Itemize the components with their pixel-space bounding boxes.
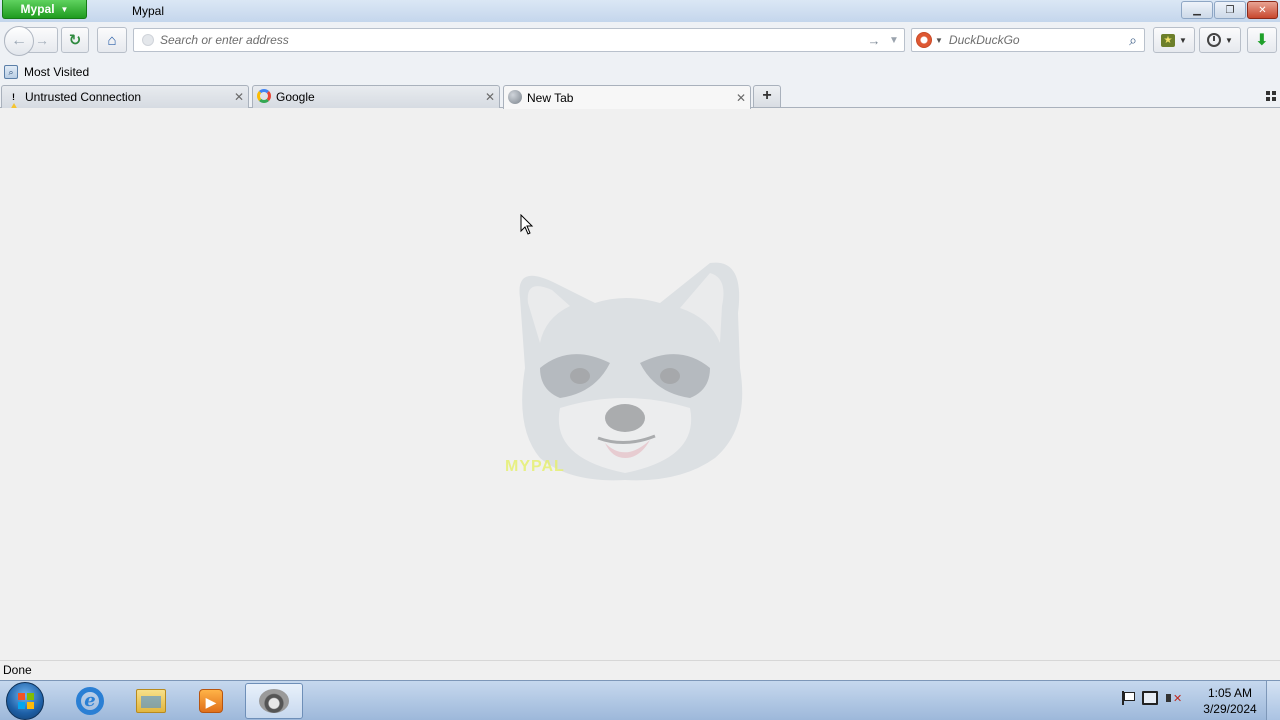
windows-logo-icon: [18, 693, 34, 709]
action-center-flag-icon[interactable]: [1120, 691, 1135, 705]
new-tab-button[interactable]: +: [753, 85, 781, 107]
show-desktop-button[interactable]: [1266, 681, 1280, 720]
tab-title: Google: [276, 90, 315, 104]
tab-google[interactable]: Google ✕: [252, 85, 500, 108]
chevron-down-icon[interactable]: ▼: [935, 36, 943, 45]
google-icon: [257, 89, 273, 105]
warning-icon: !: [6, 89, 22, 117]
home-button[interactable]: ⌂: [97, 27, 127, 53]
mypal-raccoon-icon: [259, 689, 289, 713]
taskbar-mypal[interactable]: [245, 683, 303, 719]
taskbar-file-explorer[interactable]: [122, 683, 180, 719]
address-input[interactable]: [160, 33, 864, 47]
raccoon-logo-icon: [519, 262, 743, 481]
status-bar: Done: [0, 660, 1280, 680]
minimize-button[interactable]: ▁: [1181, 1, 1213, 19]
network-icon[interactable]: [1142, 691, 1158, 705]
forward-button[interactable]: →: [35, 32, 49, 48]
bookmark-most-visited[interactable]: Most Visited: [24, 65, 89, 79]
magnifier-icon[interactable]: ⌕: [1122, 32, 1144, 49]
reload-icon: ↻: [68, 32, 82, 49]
app-menu-label: Mypal: [20, 2, 55, 16]
clock-time: 1:05 AM: [1207, 686, 1253, 700]
status-text: Done: [3, 663, 32, 677]
start-button[interactable]: [6, 682, 44, 720]
back-button[interactable]: ←: [4, 26, 34, 56]
taskbar-media-player[interactable]: ▶: [182, 683, 240, 719]
tab-new-tab[interactable]: New Tab ✕: [503, 85, 751, 109]
downloads-button[interactable]: ⬇: [1247, 27, 1277, 53]
tab-groups-icon[interactable]: [1266, 91, 1276, 101]
navigation-toolbar: ← → ↻ ⌂ → ▼ ▼ ⌕ ★ ▼ ▼ ⬇: [0, 22, 1280, 60]
url-history-dropdown-icon[interactable]: ▼: [884, 35, 904, 46]
bookmarks-menu-button[interactable]: ★ ▼: [1153, 27, 1195, 53]
title-bar: Mypal ▼ Mypal ▁ ❐ ✕: [0, 0, 1280, 22]
tab-strip: ! Untrusted Connection ✕ Google ✕ New Ta…: [0, 84, 1280, 117]
taskbar: e ▶ ✕ 1:05 AM 3/29/2024: [0, 680, 1280, 720]
chevron-down-icon: ▼: [1225, 35, 1233, 45]
duckduckgo-icon[interactable]: [916, 32, 932, 48]
tab-title: New Tab: [527, 90, 574, 105]
taskbar-clock[interactable]: 1:05 AM 3/29/2024: [1198, 685, 1262, 717]
taskbar-internet-explorer[interactable]: e: [61, 683, 119, 719]
close-tab-icon[interactable]: ✕: [230, 90, 248, 104]
globe-icon: [508, 89, 524, 106]
volume-muted-icon[interactable]: ✕: [1166, 691, 1182, 705]
system-tray: ✕: [1120, 691, 1182, 705]
site-identity-icon[interactable]: [142, 34, 154, 46]
clock-date: 3/29/2024: [1203, 702, 1257, 716]
download-arrow-icon: ⬇: [1255, 32, 1269, 49]
window-title: Mypal: [132, 4, 165, 18]
bookmarks-toolbar: ⌕ Most Visited: [0, 60, 1280, 84]
reload-button[interactable]: ↻: [61, 27, 89, 53]
new-tab-page: MYPAL: [0, 108, 1280, 660]
search-bar[interactable]: ▼ ⌕: [911, 28, 1145, 52]
mypal-watermark: MYPAL: [505, 458, 565, 475]
folder-icon: [136, 689, 166, 713]
mouse-cursor-icon: [520, 214, 534, 235]
media-player-icon: ▶: [199, 689, 223, 713]
go-arrow-icon[interactable]: →: [864, 33, 884, 48]
chevron-down-icon: ▼: [1179, 35, 1187, 45]
close-tab-icon[interactable]: ✕: [732, 91, 750, 105]
back-arrow-icon: ←: [11, 32, 27, 49]
close-button[interactable]: ✕: [1247, 1, 1278, 19]
most-visited-icon: ⌕: [4, 65, 18, 79]
address-bar[interactable]: → ▼: [133, 28, 905, 52]
bookmarks-star-icon: ★: [1161, 33, 1176, 47]
tab-title: Untrusted Connection: [25, 90, 142, 104]
window-controls: ▁ ❐ ✕: [1181, 1, 1278, 19]
tab-untrusted-connection[interactable]: ! Untrusted Connection ✕: [1, 85, 249, 117]
back-forward-group: ← →: [4, 26, 58, 56]
restore-button[interactable]: ❐: [1214, 1, 1246, 19]
home-icon: ⌂: [107, 31, 117, 49]
chevron-down-icon: ▼: [60, 4, 69, 14]
history-clock-icon: [1207, 33, 1222, 47]
app-menu-button[interactable]: Mypal ▼: [2, 0, 87, 19]
internet-explorer-icon: e: [76, 687, 104, 715]
close-tab-icon[interactable]: ✕: [481, 90, 499, 104]
search-input[interactable]: [948, 33, 1122, 47]
history-button[interactable]: ▼: [1199, 27, 1241, 53]
